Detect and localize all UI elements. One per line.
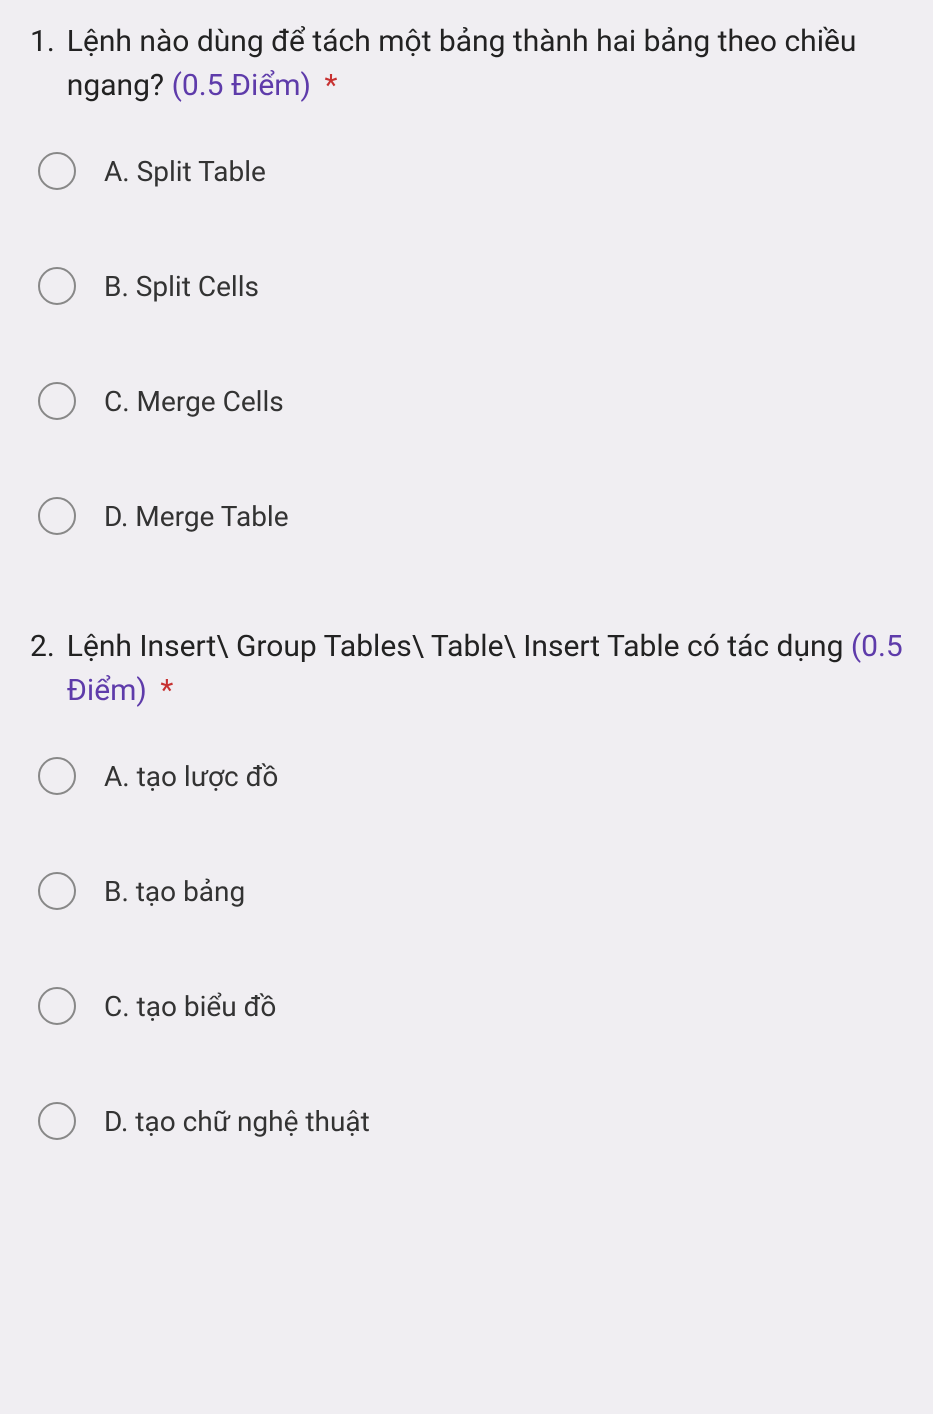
question-1-options: A. Split Table B. Split Cells C. Merge C… — [30, 152, 903, 535]
question-2-option-a[interactable]: A. tạo lược đồ — [38, 757, 903, 795]
radio-icon[interactable] — [38, 267, 76, 305]
question-2-option-b[interactable]: B. tạo bảng — [38, 872, 903, 910]
radio-icon[interactable] — [38, 757, 76, 795]
option-label: B. Split Cells — [104, 270, 259, 303]
question-1-option-a[interactable]: A. Split Table — [38, 152, 903, 190]
question-1-points: (0.5 Điểm) — [172, 68, 311, 103]
radio-icon[interactable] — [38, 497, 76, 535]
question-2-required: * — [160, 673, 173, 708]
question-2: 2. Lệnh Insert\ Group Tables\ Table\ Ins… — [30, 625, 903, 1140]
radio-icon[interactable] — [38, 872, 76, 910]
question-1-required: * — [324, 68, 337, 103]
option-label: D. tạo chữ nghệ thuật — [104, 1105, 370, 1138]
option-label: C. tạo biểu đồ — [104, 990, 276, 1023]
question-1-option-c[interactable]: C. Merge Cells — [38, 382, 903, 420]
question-2-text: Lệnh Insert\ Group Tables\ Table\ Insert… — [67, 629, 844, 664]
question-1-option-b[interactable]: B. Split Cells — [38, 267, 903, 305]
option-label: B. tạo bảng — [104, 875, 245, 908]
question-2-text-wrapper: Lệnh Insert\ Group Tables\ Table\ Insert… — [67, 625, 903, 712]
radio-icon[interactable] — [38, 1102, 76, 1140]
question-1-header: 1. Lệnh nào dùng để tách một bảng thành … — [30, 20, 903, 107]
question-2-header: 2. Lệnh Insert\ Group Tables\ Table\ Ins… — [30, 625, 903, 712]
radio-icon[interactable] — [38, 987, 76, 1025]
radio-icon[interactable] — [38, 152, 76, 190]
option-label: C. Merge Cells — [104, 385, 284, 418]
question-1-number: 1. — [30, 20, 55, 64]
question-2-number: 2. — [30, 625, 55, 669]
question-1: 1. Lệnh nào dùng để tách một bảng thành … — [30, 20, 903, 535]
question-2-options: A. tạo lược đồ B. tạo bảng C. tạo biểu đ… — [30, 757, 903, 1140]
question-1-option-d[interactable]: D. Merge Table — [38, 497, 903, 535]
question-1-text-wrapper: Lệnh nào dùng để tách một bảng thành hai… — [67, 20, 903, 107]
option-label: A. tạo lược đồ — [104, 760, 278, 793]
question-2-option-c[interactable]: C. tạo biểu đồ — [38, 987, 903, 1025]
option-label: A. Split Table — [104, 155, 266, 188]
question-2-option-d[interactable]: D. tạo chữ nghệ thuật — [38, 1102, 903, 1140]
option-label: D. Merge Table — [104, 500, 289, 533]
radio-icon[interactable] — [38, 382, 76, 420]
